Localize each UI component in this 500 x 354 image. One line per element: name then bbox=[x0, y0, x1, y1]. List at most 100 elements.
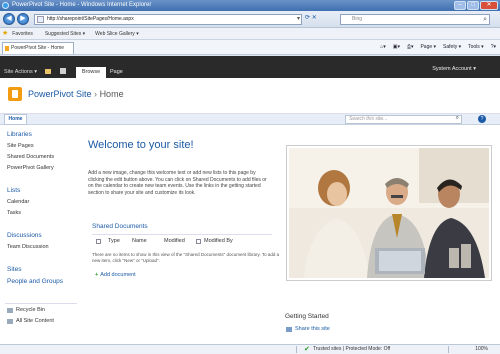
empty-library-message: There are no items to show in this view … bbox=[92, 252, 280, 263]
quicklaunch-discussions[interactable]: Discussions bbox=[7, 232, 42, 239]
column-name[interactable]: Name bbox=[132, 238, 147, 244]
url-text: http://sharepoint/SitePages/Home.aspx bbox=[47, 16, 134, 22]
breadcrumb: PowerPivot Site › Home bbox=[28, 89, 124, 99]
address-dropdown-icon[interactable]: ▾ bbox=[297, 15, 300, 24]
tab-page[interactable]: Page bbox=[110, 67, 123, 78]
site-header: PowerPivot Site › Home bbox=[0, 78, 500, 114]
window-title: PowerPivot Site - Home - Windows Interne… bbox=[12, 2, 152, 8]
favorites-bar: ★ Favorites Suggested Sites ▾ Web Slice … bbox=[0, 28, 500, 40]
browser-commands: ⌂▾ ▣▾ ⎙▾ Page ▾ Safety ▾ Tools ▾ ?▾ bbox=[380, 40, 496, 55]
browser-search-input[interactable]: Bing ⌕ bbox=[340, 14, 490, 25]
window-controls: – □ ✕ bbox=[454, 1, 498, 10]
page-icon bbox=[37, 16, 44, 23]
share-this-site-label: Share this site bbox=[295, 326, 330, 332]
system-account-menu[interactable]: System Account ▾ bbox=[432, 64, 476, 75]
help-menu[interactable]: ?▾ bbox=[491, 40, 496, 55]
window-title-bar: PowerPivot Site - Home - Windows Interne… bbox=[0, 0, 500, 11]
current-page-title: Home bbox=[99, 89, 124, 99]
quick-launch: Libraries Site Pages Shared Documents Po… bbox=[0, 125, 80, 344]
minimize-button[interactable]: – bbox=[454, 1, 466, 10]
add-document-link[interactable]: + Add document bbox=[95, 272, 136, 278]
all-site-content-link[interactable]: All Site Content bbox=[7, 318, 54, 324]
site-actions-menu[interactable]: Site Actions ▾ bbox=[4, 67, 37, 78]
divider bbox=[92, 234, 272, 235]
print-command-icon[interactable]: ⎙▾ bbox=[407, 40, 414, 55]
welcome-heading: Welcome to your site! bbox=[88, 139, 194, 151]
column-modified[interactable]: Modified bbox=[164, 238, 185, 244]
back-button[interactable]: ◀ bbox=[3, 13, 15, 25]
edit-page-icon[interactable] bbox=[60, 68, 66, 74]
browser-tab[interactable]: PowerPivot Site - Home bbox=[2, 42, 74, 54]
browser-search-placeholder: Bing bbox=[352, 16, 363, 22]
security-zone[interactable]: ✔ Trusted sites | Protected Mode: Off bbox=[304, 345, 390, 354]
zoom-level[interactable]: 100% bbox=[475, 345, 488, 354]
quicklaunch-bottom: Recycle Bin All Site Content bbox=[5, 303, 77, 324]
welcome-text: Add a new image, change this welcome tex… bbox=[88, 170, 267, 196]
getting-started-title: Getting Started bbox=[285, 313, 329, 320]
quicklaunch-powerpivot-gallery[interactable]: PowerPivot Gallery bbox=[7, 165, 54, 171]
quicklaunch-lists[interactable]: Lists bbox=[7, 187, 20, 194]
add-icon: + bbox=[95, 272, 99, 278]
page-content: Welcome to your site! Add a new image, c… bbox=[80, 125, 500, 344]
site-search-input[interactable]: Search this site... ⌕ bbox=[345, 115, 462, 124]
site-search-icon[interactable]: ⌕ bbox=[456, 115, 459, 122]
main-area: Libraries Site Pages Shared Documents Po… bbox=[0, 125, 500, 344]
favorites-star-icon[interactable]: ★ bbox=[2, 28, 8, 40]
quicklaunch-site-pages[interactable]: Site Pages bbox=[7, 143, 34, 149]
all-site-content-icon bbox=[7, 319, 13, 324]
quicklaunch-team-discussion[interactable]: Team Discussion bbox=[7, 244, 49, 250]
quicklaunch-people-and-groups[interactable]: People and Groups bbox=[7, 278, 63, 285]
recycle-bin-link[interactable]: Recycle Bin bbox=[7, 307, 45, 313]
tools-menu[interactable]: Tools ▾ bbox=[468, 40, 484, 55]
select-all-checkbox[interactable] bbox=[96, 239, 101, 244]
internet-explorer-icon bbox=[2, 2, 9, 9]
powerpivot-logo-icon bbox=[8, 87, 22, 101]
favorites-label[interactable]: Favorites bbox=[12, 28, 33, 40]
share-icon bbox=[286, 327, 292, 332]
forward-button[interactable]: ▶ bbox=[17, 13, 29, 25]
add-document-label: Add document bbox=[100, 272, 136, 278]
quicklaunch-shared-documents[interactable]: Shared Documents bbox=[7, 154, 54, 160]
web-slice-gallery-link[interactable]: Web Slice Gallery ▾ bbox=[95, 28, 139, 40]
quicklaunch-calendar[interactable]: Calendar bbox=[7, 199, 29, 205]
shared-documents-title[interactable]: Shared Documents bbox=[92, 223, 148, 230]
tab-browse[interactable]: Browse bbox=[76, 67, 106, 78]
status-bar: ✔ Trusted sites | Protected Mode: Off 100… bbox=[0, 344, 500, 354]
team-photo bbox=[289, 148, 489, 278]
quicklaunch-tasks[interactable]: Tasks bbox=[7, 210, 21, 216]
refresh-stop-buttons[interactable]: ⟳ ✕ bbox=[305, 14, 335, 25]
column-type[interactable]: Type bbox=[108, 238, 120, 244]
feeds-command-icon[interactable]: ▣▾ bbox=[393, 40, 400, 55]
tab-home[interactable]: Home bbox=[4, 114, 27, 125]
recycle-bin-label: Recycle Bin bbox=[16, 307, 46, 313]
site-search-placeholder: Search this site... bbox=[349, 116, 388, 122]
status-separator bbox=[296, 346, 297, 353]
welcome-image bbox=[286, 145, 492, 281]
recycle-bin-icon bbox=[7, 308, 13, 313]
maximize-button[interactable]: □ bbox=[467, 1, 479, 10]
column-modified-by[interactable]: Modified By bbox=[204, 238, 233, 244]
share-this-site-link[interactable]: Share this site bbox=[286, 326, 330, 332]
help-icon[interactable]: ? bbox=[478, 115, 486, 123]
modified-by-checkbox[interactable] bbox=[196, 239, 201, 244]
quicklaunch-libraries[interactable]: Libraries bbox=[7, 131, 32, 138]
browser-tab-label: PowerPivot Site - Home bbox=[11, 45, 65, 51]
url-field[interactable]: http://sharepoint/SitePages/Home.aspx ▾ bbox=[34, 14, 302, 25]
command-bar: PowerPivot Site - Home ⌂▾ ▣▾ ⎙▾ Page ▾ S… bbox=[0, 40, 500, 55]
page-menu[interactable]: Page ▾ bbox=[420, 40, 436, 55]
address-bar: ◀ ▶ http://sharepoint/SitePages/Home.asp… bbox=[0, 11, 500, 28]
search-icon[interactable]: ⌕ bbox=[483, 15, 487, 24]
home-command-icon[interactable]: ⌂▾ bbox=[380, 40, 386, 55]
safety-menu[interactable]: Safety ▾ bbox=[443, 40, 461, 55]
status-separator bbox=[448, 346, 449, 353]
quicklaunch-sites[interactable]: Sites bbox=[7, 266, 21, 273]
breadcrumb-separator: › bbox=[94, 89, 98, 99]
top-navigation: Home Search this site... ⌕ ? bbox=[0, 114, 500, 125]
close-button[interactable]: ✕ bbox=[480, 1, 498, 10]
site-title-link[interactable]: PowerPivot Site bbox=[28, 89, 92, 99]
powerpivot-tab-icon bbox=[5, 46, 9, 51]
navigate-up-icon[interactable] bbox=[45, 69, 51, 74]
trusted-check-icon: ✔ bbox=[304, 346, 310, 353]
security-zone-label: Trusted sites | Protected Mode: Off bbox=[313, 346, 391, 352]
suggested-sites-link[interactable]: Suggested Sites ▾ bbox=[45, 28, 85, 40]
